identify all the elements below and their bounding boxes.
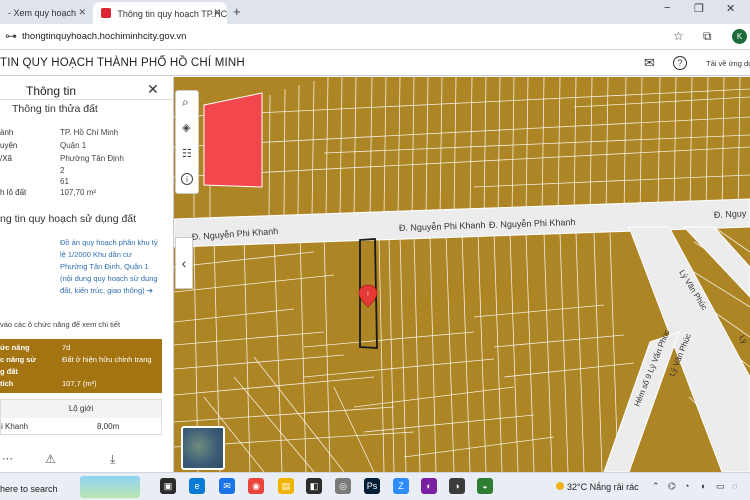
map-canvas: ! Đ. Nguyễn Phi Khanh Đ. Nguyễn Phi Khan… (174, 77, 750, 472)
parcel-label: h lô đất (0, 188, 27, 197)
boundary-width: 8,00m (97, 422, 120, 431)
new-tab-button[interactable]: + (233, 4, 241, 19)
search-highlight-image (80, 476, 140, 498)
app-icon[interactable]: ◒ (477, 478, 493, 494)
parcel-label: uyện (0, 141, 18, 150)
parcel-label: ành (0, 128, 14, 137)
file-explorer-icon[interactable]: ▤ (278, 478, 294, 494)
function-label: ức năng (0, 343, 30, 352)
tab-label: - Xem quy hoạch (8, 8, 77, 18)
edge-icon[interactable]: e (189, 478, 205, 494)
legend-icon[interactable]: ☷ (182, 147, 192, 160)
weather-widget[interactable]: 32°C Nắng rải rác (556, 482, 639, 492)
taskbar-search[interactable]: here to search (0, 484, 58, 494)
boundary-table: Lộ giới i Khanh 8,00m (0, 399, 162, 435)
function-label: tích (0, 379, 14, 388)
zoom-icon[interactable]: Z (393, 478, 409, 494)
warning-icon[interactable]: ⚠ (45, 452, 56, 466)
app-icon[interactable]: ◐ (421, 478, 437, 494)
collapse-panel-button[interactable]: ‹ (175, 237, 193, 289)
profile-avatar[interactable]: K (732, 29, 747, 44)
info-panel: Thông tin ✕ Thông tin thửa đất ành TP. H… (0, 77, 174, 447)
sound-icon[interactable]: ◖ (700, 481, 705, 491)
app-icon[interactable]: ◎ (335, 478, 351, 494)
bookmark-star-icon[interactable]: ☆ (673, 29, 684, 43)
store-icon[interactable]: ◧ (306, 478, 322, 494)
divider (0, 99, 173, 100)
plan-document-link[interactable]: Đồ án quy hoạch phân khu tỷ lệ 1/2000 Kh… (60, 237, 160, 297)
parcel-section-title: Thông tin thửa đất (12, 103, 98, 115)
url-field[interactable]: thongtinquyhoach.hochiminhcity.gov.vn (22, 31, 186, 42)
weather-text: 32°C Nắng rải rác (567, 482, 639, 492)
site-favicon-icon (101, 8, 111, 18)
map-toolbar: ⌕ ◈ ☷ i (175, 90, 199, 194)
parcel-value: Quận 1 (60, 141, 87, 150)
sun-icon (556, 482, 564, 490)
minimize-button[interactable]: − (664, 2, 670, 14)
boundary-street: i Khanh (1, 422, 29, 431)
parcel-value: TP. Hồ Chí Minh (60, 128, 119, 137)
layers-icon[interactable]: ◈ (182, 121, 190, 134)
notification-icon[interactable]: ◌ (732, 481, 737, 491)
close-window-button[interactable]: ✕ (726, 2, 735, 15)
panel-title: Thông tin (26, 84, 77, 98)
tab-label: Thông tin quy hoạch TP.HCM (117, 9, 227, 19)
tray-arrow-icon[interactable]: ⌃ (652, 481, 660, 492)
share-icon[interactable]: ⋯ (2, 452, 13, 465)
parcel-value: 107,70 m² (60, 188, 97, 197)
extensions-icon[interactable]: ⧉ (703, 29, 712, 44)
boundary-header: Lộ giới (1, 400, 161, 418)
wifi-icon[interactable]: ◔ (684, 481, 689, 491)
satellite-minimap[interactable] (181, 426, 225, 470)
app-icon[interactable]: ◑ (449, 478, 465, 494)
land-use-section-title: ng tin quy hoạch sử dụng đất (0, 213, 137, 225)
windows-taskbar: here to search ▣ e ✉ ◉ ▤ ◧ ◎ Ps Z ◐ ◑ ◒ … (0, 472, 750, 500)
tab-xem-quy-hoach[interactable]: - Xem quy hoạch ✕ (0, 2, 92, 24)
instruction-note: vào các ô chức năng để xem chi tiết (0, 320, 121, 329)
info-icon[interactable]: i (181, 173, 193, 185)
parcel-value: 61 (60, 177, 69, 186)
function-label: c năng sử (0, 355, 36, 364)
close-panel-icon[interactable]: ✕ (147, 81, 159, 98)
download-icon[interactable]: ⤓ (110, 452, 115, 467)
network-icon[interactable]: ⌬ (668, 481, 676, 492)
panel-footer: ⋯ ⚠ ⤓ (0, 447, 174, 472)
land-function-box[interactable]: ức năng 7d c năng sử Đất ở hiện hữu chỉn… (0, 339, 162, 393)
function-label: g đất (0, 367, 18, 376)
tab-thong-tin-quy-hoach[interactable]: Thông tin quy hoạch TP.HCM ✕ (93, 2, 227, 24)
app-header: TIN QUY HOẠCH THÀNH PHỐ HỒ CHÍ MINH ✉ ? … (0, 51, 750, 76)
planning-map[interactable]: ! Đ. Nguyễn Phi Khanh Đ. Nguyễn Phi Khan… (174, 77, 750, 472)
maximize-button[interactable]: ❐ (694, 2, 704, 15)
parcel-label: /Xã (0, 154, 13, 163)
site-info-icon[interactable]: ⊶ (5, 29, 17, 43)
location-pin-icon[interactable]: ! (358, 284, 378, 308)
address-bar: ⊶ thongtinquyhoach.hochiminhcity.gov.vn … (0, 24, 750, 50)
function-value: 7d (62, 343, 71, 352)
function-value: Đất ở hiện hữu chỉnh trang (62, 355, 152, 364)
search-icon[interactable]: ⌕ (182, 95, 189, 110)
help-icon[interactable]: ? (673, 56, 687, 70)
parcel-value: 2 (60, 166, 65, 175)
battery-icon[interactable]: ▭ (716, 481, 725, 492)
download-app-link[interactable]: Tải về ứng dụ (706, 59, 750, 68)
mail-icon[interactable]: ✉ (644, 55, 655, 71)
chrome-icon[interactable]: ◉ (248, 478, 264, 494)
function-value: 107,7 (m²) (62, 379, 97, 388)
close-tab-icon[interactable]: ✕ (213, 7, 221, 18)
close-tab-icon[interactable]: ✕ (78, 7, 86, 18)
street-label-d: Đ. Nguy (714, 208, 747, 220)
task-view-icon[interactable]: ▣ (160, 478, 176, 494)
app-title: TIN QUY HOẠCH THÀNH PHỐ HỒ CHÍ MINH (0, 57, 245, 69)
mail-app-icon[interactable]: ✉ (219, 478, 235, 494)
parcel-value: Phường Tân Định (60, 154, 124, 163)
browser-tab-bar: - Xem quy hoạch ✕ Thông tin quy hoạch TP… (0, 0, 750, 24)
photoshop-icon[interactable]: Ps (364, 478, 380, 494)
